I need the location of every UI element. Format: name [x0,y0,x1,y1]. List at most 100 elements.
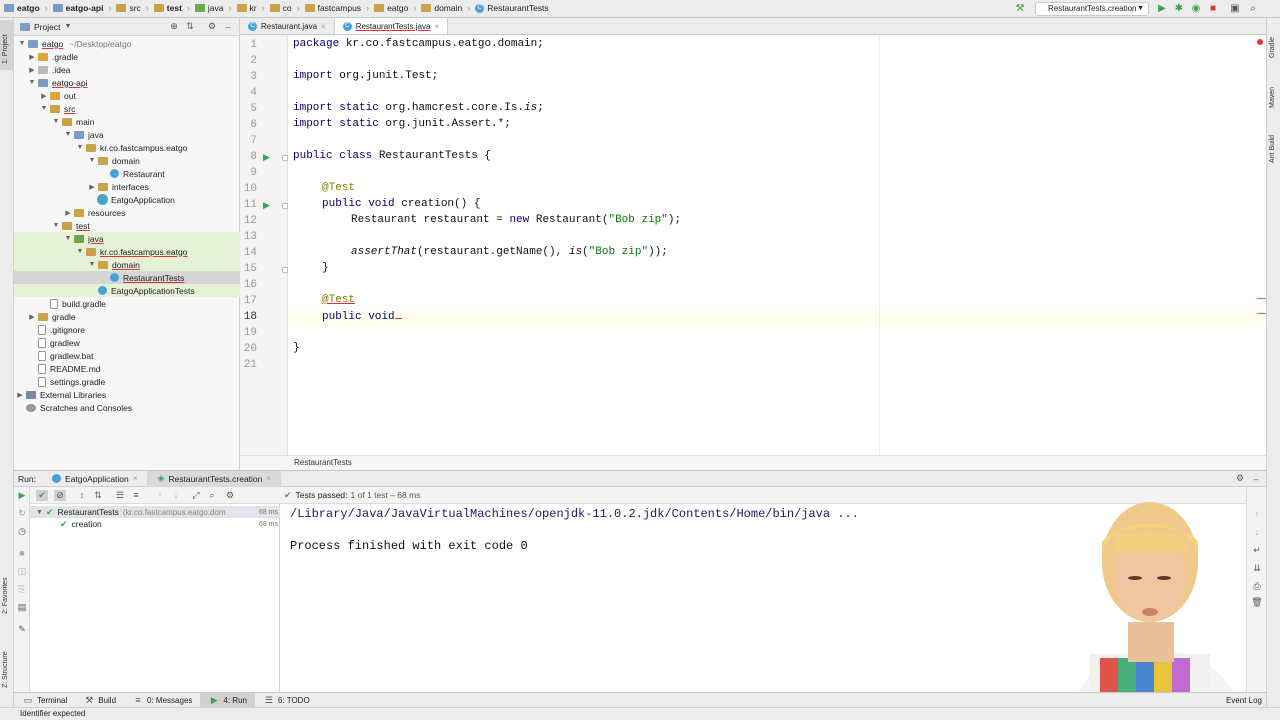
project-view-selector[interactable]: Project [34,22,60,32]
maven-tool-label[interactable]: Maven [1269,87,1276,108]
next-failed-icon[interactable]: ↓ [170,490,182,500]
expand-all-icon[interactable]: ☰ [114,490,126,501]
tree-item-gradlew-bat[interactable]: gradlew.bat [14,349,240,362]
code-editor[interactable]: package kr.co.fastcampus.eatgo.domain; i… [288,35,1266,455]
tab-restauranttests-java[interactable]: C RestaurantTests.java × [334,18,449,34]
error-stripe-mark[interactable] [1257,313,1266,314]
tree-item-gradlew[interactable]: gradlew [14,336,240,349]
favorites-tool-label[interactable]: 2: Favorites [2,577,9,614]
print-icon[interactable]: ⎙ [1251,581,1263,592]
tree-item-build-gradle[interactable]: build.gradle [14,297,240,310]
show-passed-icon[interactable]: ✔ [36,490,48,501]
structure-tool-label[interactable]: Z: Structure [2,651,9,688]
test-suite-row[interactable]: ▼ ✔ RestaurantTests (kr.co.fastcampus.ea… [30,506,280,518]
tree-item-main-package[interactable]: ▼ kr.co.fastcampus.eatgo [14,141,240,154]
gear-icon[interactable]: ⚙ [224,490,236,501]
error-stripe-mark[interactable] [1257,298,1266,299]
gradle-tool-label[interactable]: Gradle [1269,37,1276,58]
search-icon[interactable]: ⌕ [1247,3,1259,15]
hide-panel-icon[interactable]: – [1250,474,1262,484]
tab-restaurant-java[interactable]: C Restaurant.java × [240,18,335,34]
tree-item-gitignore[interactable]: .gitignore [14,323,240,336]
soft-wrap-icon[interactable]: ↵ [1251,545,1263,556]
tree-item-readme[interactable]: README.md [14,362,240,375]
breadcrumb-src[interactable]: src [116,3,141,13]
tool-tab-messages[interactable]: ≡ 0: Messages [124,693,200,707]
toggle-autotest-icon[interactable]: ◷ [16,526,28,537]
project-structure-icon[interactable]: ▣ [1229,3,1241,15]
tree-item-restauranttests[interactable]: RestaurantTests [14,271,240,284]
breadcrumb-restauranttests[interactable]: C RestaurantTests [475,3,549,13]
breadcrumb-eatgo-package[interactable]: eatgo [374,3,408,13]
close-icon[interactable]: × [133,474,138,483]
close-icon[interactable]: × [434,22,439,31]
project-tool-button[interactable]: 1: Project [0,20,13,70]
close-icon[interactable]: × [321,22,326,31]
error-indicator-icon[interactable] [1257,39,1263,45]
collapse-all-icon[interactable]: ⇅ [184,21,196,32]
previous-failed-icon[interactable]: ↑ [154,490,166,500]
tree-item-settings-gradle[interactable]: settings.gradle [14,375,240,388]
tree-item-interfaces[interactable]: ▶ interfaces [14,180,240,193]
import-tests-icon[interactable]: ⎘ [16,584,28,595]
show-ignored-icon[interactable]: ⊘ [54,490,66,501]
run-icon[interactable]: ▶ [1156,3,1168,15]
chevron-down-icon[interactable]: ▼ [64,23,71,30]
breadcrumb-domain[interactable]: domain [421,3,462,13]
event-log-button[interactable]: Event Log [1226,696,1262,705]
locate-icon[interactable]: ⊕ [168,21,180,32]
breadcrumb-co[interactable]: co [269,3,292,13]
tree-item-gradle-dir[interactable]: ▶ .gradle [14,50,240,63]
breadcrumb-fastcampus[interactable]: fastcampus [304,3,361,13]
collapse-all-icon[interactable]: ≡ [130,490,142,500]
run-configuration-selector[interactable]: RestaurantTests.creation ▼ [1035,2,1149,16]
tool-tab-terminal[interactable]: ▭ Terminal [14,693,75,707]
tree-item-main[interactable]: ▼ main [14,115,240,128]
tree-item-gradle[interactable]: ▶ gradle [14,310,240,323]
tree-item-eatgoapplication[interactable]: EatgoApplication [14,193,240,206]
editor-breadcrumb[interactable]: RestaurantTests [240,455,1266,470]
tree-item-main-domain[interactable]: ▼ domain [14,154,240,167]
run-tab-eatgoapplication[interactable]: EatgoApplication × [42,471,147,487]
trash-icon[interactable]: 🗑 [1251,597,1263,608]
tool-tab-run[interactable]: ▶ 4: Run [200,693,255,707]
breadcrumb-kr[interactable]: kr [236,3,257,13]
tree-item-main-java[interactable]: ▼ java [14,128,240,141]
tree-item-test-java[interactable]: ▼ java [14,232,240,245]
tree-item-scratches[interactable]: Scratches and Consoles [14,401,240,414]
tree-item-external-libraries[interactable]: ▶ External Libraries [14,388,240,401]
breadcrumb-test[interactable]: test [153,3,182,13]
coverage-icon[interactable]: ◉ [1190,3,1202,15]
pin-icon[interactable]: ✎ [16,624,28,635]
arrow-up-icon[interactable]: ↑ [1251,509,1263,519]
rerun-failed-icon[interactable]: ↻ [16,508,28,519]
scroll-to-end-icon[interactable]: ⇊ [1251,563,1263,574]
camera-icon[interactable]: ◫ [16,566,28,577]
tool-tab-build[interactable]: ⚒ Build [75,693,124,707]
search-icon[interactable]: ⌕ [206,490,218,501]
tree-item-eatgoapplicationtests[interactable]: EatgoApplicationTests [14,284,240,297]
arrow-down-icon[interactable]: ↓ [1251,527,1263,537]
stop-icon[interactable]: ■ [1207,3,1219,15]
run-class-icon[interactable]: ▶ [263,152,273,162]
rerun-icon[interactable]: ▶ [16,490,28,501]
layout-icon[interactable]: ▤ [16,602,28,613]
tree-item-resources[interactable]: ▶ resources [14,206,240,219]
tree-item-test-domain[interactable]: ▼ domain [14,258,240,271]
tree-item-src[interactable]: ▼ src [14,102,240,115]
sort-alpha-icon[interactable]: ↕ [76,490,88,500]
stop-icon[interactable]: ■ [16,548,28,558]
breadcrumb-eatgo[interactable]: eatgo [4,3,40,13]
run-tab-restauranttests[interactable]: ◈ RestaurantTests.creation × [147,470,282,487]
gear-icon[interactable]: ⚙ [206,21,218,32]
export-icon[interactable]: ⤢ [190,490,202,501]
run-test-icon[interactable]: ▶ [263,200,273,210]
tree-item-test[interactable]: ▼ test [14,219,240,232]
tree-item-idea[interactable]: ▶ .idea [14,63,240,76]
tree-item-eatgo[interactable]: ▼ eatgo ~/Desktop/eatgo [14,37,240,50]
ant-build-tool-label[interactable]: Ant Build [1269,135,1276,163]
test-case-row[interactable]: ✔ creation 68 ms [30,518,280,530]
sort-duration-icon[interactable]: ⇅ [92,490,104,501]
tree-item-out[interactable]: ▶ out [14,89,240,102]
tree-item-restaurant[interactable]: Restaurant [14,167,240,180]
